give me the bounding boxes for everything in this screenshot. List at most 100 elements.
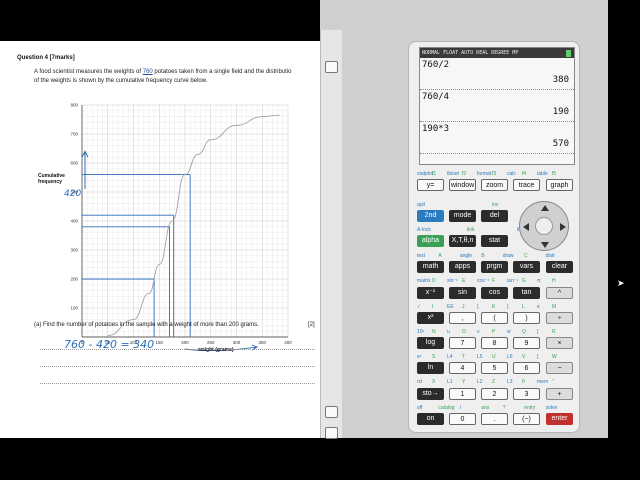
key-graph[interactable]: graph (546, 179, 573, 191)
left-arrow-icon[interactable] (523, 223, 529, 231)
secondary-key-label: cos⁻¹ (477, 278, 490, 284)
history-entry: 760/2 380 (420, 58, 574, 90)
secondary-key-label: tan⁻¹ (507, 278, 519, 284)
key-[interactable]: ( (481, 312, 508, 324)
key-[interactable]: − (546, 362, 573, 374)
secondary-key-label: u (447, 329, 450, 335)
key-[interactable]: ÷ (546, 312, 573, 324)
key-math[interactable]: math (417, 261, 444, 273)
key-8[interactable]: 8 (481, 337, 508, 349)
key-5[interactable]: 5 (481, 362, 508, 374)
key-vars[interactable]: vars (513, 261, 540, 273)
y-axis-label-line: frequency (38, 179, 62, 185)
secondary-key-label: K (492, 304, 496, 310)
fit-view-icon[interactable] (325, 427, 338, 439)
secondary-key-label: mem (537, 379, 549, 385)
secondary-key-label: S (432, 354, 436, 360)
key-cos[interactable]: cos (481, 287, 508, 299)
secondary-key-label: f4 (522, 171, 527, 177)
key-3[interactable]: 3 (513, 388, 540, 400)
key-y[interactable]: y= (417, 179, 444, 191)
key-[interactable]: ) (513, 312, 540, 324)
right-arrow-icon[interactable] (560, 223, 566, 231)
key-sin[interactable]: sin (449, 287, 476, 299)
key-[interactable]: × (546, 337, 573, 349)
secondary-key-label: L (522, 304, 525, 310)
key-zoom[interactable]: zoom (481, 179, 508, 191)
part-a-question: (a) Find the number of potatoes in the s… (34, 322, 259, 328)
secondary-key-label: D (432, 278, 436, 284)
secondary-key-label: angle (459, 253, 473, 259)
key-tan[interactable]: tan (513, 287, 540, 299)
secondary-key-label: C (524, 253, 528, 259)
answer-line-3 (40, 383, 315, 384)
key-7[interactable]: 7 (449, 337, 476, 349)
key-del[interactable]: del (481, 210, 508, 222)
down-arrow-icon[interactable] (541, 242, 549, 248)
handwritten-answer: 760 - 420 = 340 (64, 338, 155, 351)
mouse-cursor-icon: ➤ (617, 278, 625, 288)
up-arrow-icon[interactable] (541, 205, 549, 211)
x-tick-label: 300 (233, 340, 241, 345)
key-[interactable]: + (546, 388, 573, 400)
secondary-key-label: draw (502, 253, 514, 259)
y-tick-label: 600 (70, 161, 78, 166)
key-6[interactable]: 6 (513, 362, 540, 374)
key-0[interactable]: 0 (449, 413, 476, 425)
key-window[interactable]: window (449, 179, 476, 191)
key-enter[interactable]: enter (546, 413, 573, 425)
secondary-key-label: ? (502, 405, 506, 411)
history-result: 570 (552, 139, 569, 149)
secondary-key-label: N (432, 329, 436, 335)
secondary-key-label: M (552, 304, 557, 310)
key-[interactable]: ^ (546, 287, 573, 299)
secondary-key-label: H (552, 278, 556, 284)
key-alpha[interactable]: alpha (417, 235, 444, 247)
secondary-key-label: L3 (507, 379, 513, 385)
answer-line-2 (40, 366, 315, 367)
handwritten-420: 420 (64, 189, 82, 199)
key-1[interactable]: 1 (449, 388, 476, 400)
key-stat[interactable]: stat (481, 235, 508, 247)
x-tick-label: 350 (258, 340, 266, 345)
question-intro-line2: of the weights is shown by the cumulativ… (34, 78, 208, 84)
key-ln[interactable]: ln (417, 362, 444, 374)
secondary-key-label: θ (522, 379, 525, 385)
tool-strip (320, 30, 342, 439)
secondary-key-label: ans (481, 405, 490, 411)
key-x[interactable]: x⁻¹ (417, 287, 444, 299)
key-4[interactable]: 4 (449, 362, 476, 374)
secondary-key-label: R (552, 329, 556, 335)
key-apps[interactable]: apps (449, 261, 476, 273)
secondary-key-label: quit (417, 202, 426, 208)
key-[interactable]: (−) (513, 413, 540, 425)
y-tick-label: 800 (70, 103, 78, 108)
key-log[interactable]: log (417, 337, 444, 349)
split-view-icon[interactable] (325, 406, 338, 418)
key-mode[interactable]: mode (449, 210, 476, 222)
secondary-key-label: U (492, 354, 496, 360)
page-view-icon[interactable] (325, 61, 338, 73)
key-clear[interactable]: clear (546, 261, 573, 273)
key-sto[interactable]: sto→ (417, 388, 444, 400)
secondary-key-label: calc (507, 171, 516, 177)
key-x[interactable]: x² (417, 312, 444, 324)
x-tick-label: 250 (207, 340, 215, 345)
key-9[interactable]: 9 (513, 337, 540, 349)
secondary-key-label: i (459, 405, 461, 411)
key-[interactable]: . (481, 413, 508, 425)
secondary-key-label: J (462, 304, 465, 310)
key-2nd[interactable]: 2nd (417, 210, 444, 222)
secondary-key-label: matrix (417, 278, 431, 284)
key-prgm[interactable]: prgm (481, 261, 508, 273)
history-entry: 190*3 570 (420, 122, 574, 154)
key-trace[interactable]: trace (513, 179, 540, 191)
key-on[interactable]: on (417, 413, 444, 425)
arrow-pad[interactable] (519, 201, 569, 251)
key-x-t-n[interactable]: X,T,θ,n (449, 235, 476, 247)
question-title: Question 4 [7marks] (17, 55, 75, 61)
key-[interactable]: , (449, 312, 476, 324)
secondary-key-label: Y (462, 379, 466, 385)
battery-icon (566, 50, 571, 57)
key-2[interactable]: 2 (481, 388, 508, 400)
